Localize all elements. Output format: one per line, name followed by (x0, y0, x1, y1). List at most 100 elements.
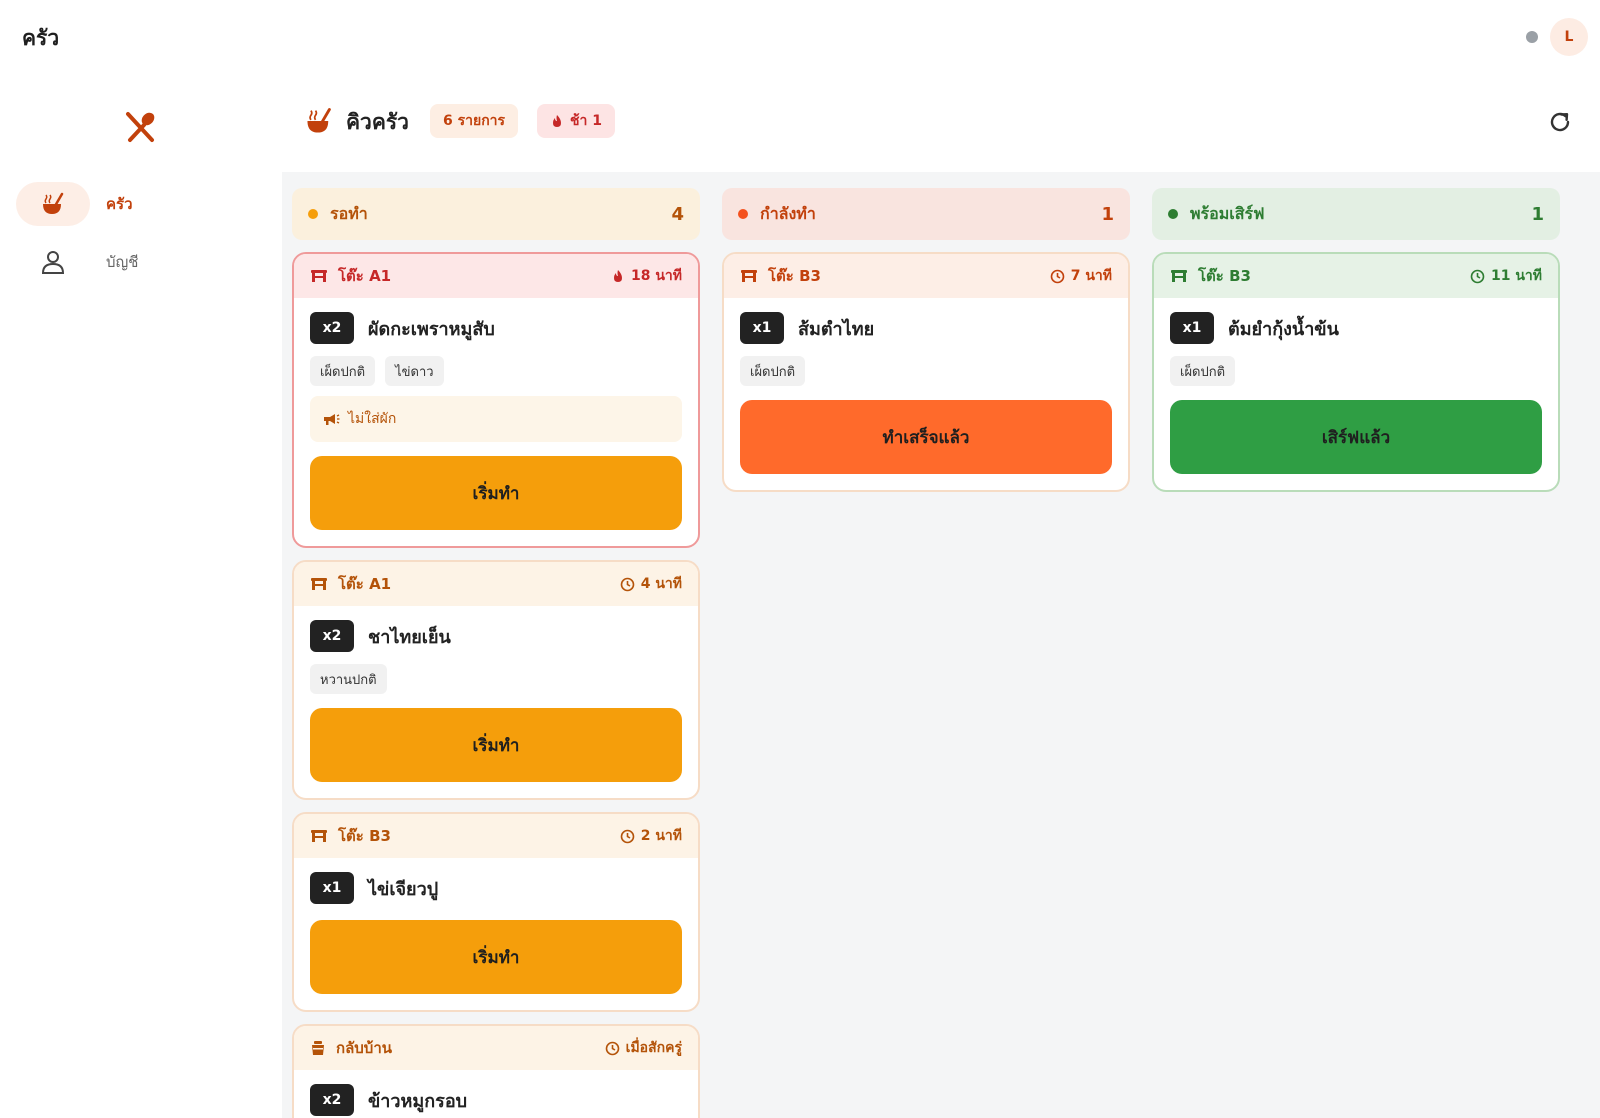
order-note-text: ไม่ใส่ผัก (348, 411, 397, 427)
quantity-badge: x2 (310, 312, 354, 344)
connection-status-dot (1526, 31, 1538, 43)
column-title: กำลังทำ (760, 203, 816, 223)
table-label: โต๊ะ A1 (338, 575, 392, 593)
order-card: โต๊ะ B3 11 นาที x1 ต้มยำกุ้งน้ำข้น เผ็ดป… (1152, 252, 1560, 492)
kitchen-board: รอทำ 4 โต๊ะ A1 18 นาที x2 ผัดกะเพราหมูสั… (282, 172, 1600, 1118)
order-card: โต๊ะ A1 18 นาที x2 ผัดกะเพราหมูสับ เผ็ดป… (292, 252, 700, 548)
start-cooking-button[interactable]: เริ่มทำ (310, 456, 682, 530)
status-dot (738, 209, 748, 219)
card-header: โต๊ะ B3 11 นาที (1154, 254, 1558, 298)
option-tag: ไข่ดาว (385, 356, 444, 386)
elapsed-time-label: 4 นาที (640, 576, 682, 592)
elapsed-time-label: 18 นาที (630, 268, 682, 284)
quantity-badge: x2 (310, 1084, 354, 1116)
card-body: x1 ส้มตำไทย เผ็ดปกติ ทำเสร็จแล้ว (724, 298, 1128, 490)
card-header: โต๊ะ B3 7 นาที (724, 254, 1128, 298)
option-tag: เผ็ดปกติ (310, 356, 376, 386)
user-icon (16, 240, 90, 284)
column-count: 1 (1531, 203, 1544, 225)
option-tag: เผ็ดปกติ (740, 356, 806, 386)
item-row: x1 ส้มตำไทย (740, 310, 1112, 346)
start-cooking-button[interactable]: เริ่มทำ (310, 708, 682, 782)
sidebar-item-label: ครัว (106, 195, 133, 213)
card-body: x1 ไข่เจียวปู เริ่มทำ (294, 858, 698, 1010)
quantity-badge: x2 (310, 620, 354, 652)
card-header: กลับบ้าน เมื่อสักครู่ (294, 1026, 698, 1070)
takeaway-bag-icon (310, 1040, 326, 1056)
column-header: พร้อมเสิร์ฟ 1 (1152, 188, 1560, 240)
elapsed-time: 18 นาที (611, 265, 682, 287)
item-name: ผัดกะเพราหมูสับ (368, 318, 495, 340)
item-row: x1 ไข่เจียวปู (310, 870, 682, 906)
column-title: รอทำ (330, 203, 368, 223)
item-name: ข้าวหมูกรอบ (368, 1090, 468, 1112)
clock-icon (620, 577, 635, 591)
elapsed-time: 2 นาที (620, 825, 682, 847)
elapsed-time-label: 11 นาที (1490, 268, 1542, 284)
flame-icon (613, 270, 622, 282)
fork-spoon-logo-icon (122, 108, 158, 144)
elapsed-time: 11 นาที (1470, 265, 1542, 287)
order-card: กลับบ้าน เมื่อสักครู่ x2 ข้าวหมูกรอบ (292, 1024, 700, 1118)
order-card: โต๊ะ A1 4 นาที x2 ชาไทยเย็น หวานปกติ เริ… (292, 560, 700, 800)
table-icon (1170, 268, 1188, 284)
column-cooking: กำลังทำ 1 โต๊ะ B3 7 นาที x1 ส้มตำไทย เผ็… (722, 188, 1130, 492)
megaphone-icon (324, 414, 340, 425)
option-tags: เผ็ดปกติ (1170, 356, 1542, 386)
card-body: x2 ข้าวหมูกรอบ (294, 1070, 698, 1118)
table-label: โต๊ะ A1 (338, 267, 392, 285)
flame-icon (553, 115, 561, 127)
elapsed-time: 4 นาที (620, 573, 682, 595)
avatar[interactable]: L (1550, 18, 1588, 56)
status-dot (308, 209, 318, 219)
order-card: โต๊ะ B3 7 นาที x1 ส้มตำไทย เผ็ดปกติ ทำเส… (722, 252, 1130, 492)
elapsed-time-label: 7 นาที (1070, 268, 1112, 284)
table-icon (310, 576, 328, 592)
card-body: x2 ชาไทยเย็น หวานปกติ เริ่มทำ (294, 606, 698, 798)
table-label: กลับบ้าน (336, 1039, 392, 1057)
card-body: x2 ผัดกะเพราหมูสับ เผ็ดปกติ ไข่ดาว ไม่ใส… (294, 298, 698, 546)
sidebar: ครัว บัญชี (0, 72, 282, 1118)
elapsed-time-label: 2 นาที (640, 828, 682, 844)
top-bar: ครัว L (0, 0, 1600, 72)
item-row: x2 ผัดกะเพราหมูสับ (310, 310, 682, 346)
item-count-badge: 6 รายการ (430, 104, 519, 138)
card-body: x1 ต้มยำกุ้งน้ำข้น เผ็ดปกติ เสิร์ฟแล้ว (1154, 298, 1558, 490)
page-title: คิวครัว (346, 110, 409, 134)
column-title: พร้อมเสิร์ฟ (1190, 203, 1265, 223)
item-row: x1 ต้มยำกุ้งน้ำข้น (1170, 310, 1542, 346)
column-count: 1 (1101, 203, 1114, 225)
ladle-bowl-icon (304, 106, 334, 136)
order-card: โต๊ะ B3 2 นาที x1 ไข่เจียวปู เริ่มทำ (292, 812, 700, 1012)
refresh-button[interactable] (1544, 106, 1576, 138)
sidebar-item-kitchen[interactable]: ครัว (16, 182, 266, 226)
late-count-badge: ช้า 1 (537, 104, 615, 138)
table-label: โต๊ะ B3 (1198, 267, 1251, 285)
column-header: กำลังทำ 1 (722, 188, 1130, 240)
column-count: 4 (671, 203, 684, 225)
refresh-icon (1550, 112, 1570, 132)
start-cooking-button[interactable]: เริ่มทำ (310, 920, 682, 994)
card-header: โต๊ะ A1 4 นาที (294, 562, 698, 606)
clock-icon (620, 829, 635, 843)
card-header: โต๊ะ A1 18 นาที (294, 254, 698, 298)
item-name: ต้มยำกุ้งน้ำข้น (1228, 318, 1339, 340)
item-name: ส้มตำไทย (798, 318, 875, 340)
sidebar-item-account[interactable]: บัญชี (16, 240, 266, 284)
column-ready: พร้อมเสิร์ฟ 1 โต๊ะ B3 11 นาที x1 ต้มยำกุ… (1152, 188, 1560, 492)
page-header: คิวครัว 6 รายการ ช้า 1 (282, 72, 1600, 172)
order-note: ไม่ใส่ผัก (310, 396, 682, 442)
clock-icon (1050, 269, 1065, 283)
card-header: โต๊ะ B3 2 นาที (294, 814, 698, 858)
option-tags: เผ็ดปกติ ไข่ดาว (310, 356, 682, 386)
elapsed-time: 7 นาที (1050, 265, 1112, 287)
table-icon (310, 268, 328, 284)
item-row: x2 ข้าวหมูกรอบ (310, 1082, 682, 1118)
ladle-bowl-icon (16, 182, 90, 226)
mark-done-button[interactable]: ทำเสร็จแล้ว (740, 400, 1112, 474)
elapsed-time: เมื่อสักครู่ (605, 1037, 682, 1059)
item-name: ชาไทยเย็น (368, 626, 451, 648)
mark-served-button[interactable]: เสิร์ฟแล้ว (1170, 400, 1542, 474)
clock-icon (605, 1041, 619, 1055)
quantity-badge: x1 (1170, 312, 1214, 344)
